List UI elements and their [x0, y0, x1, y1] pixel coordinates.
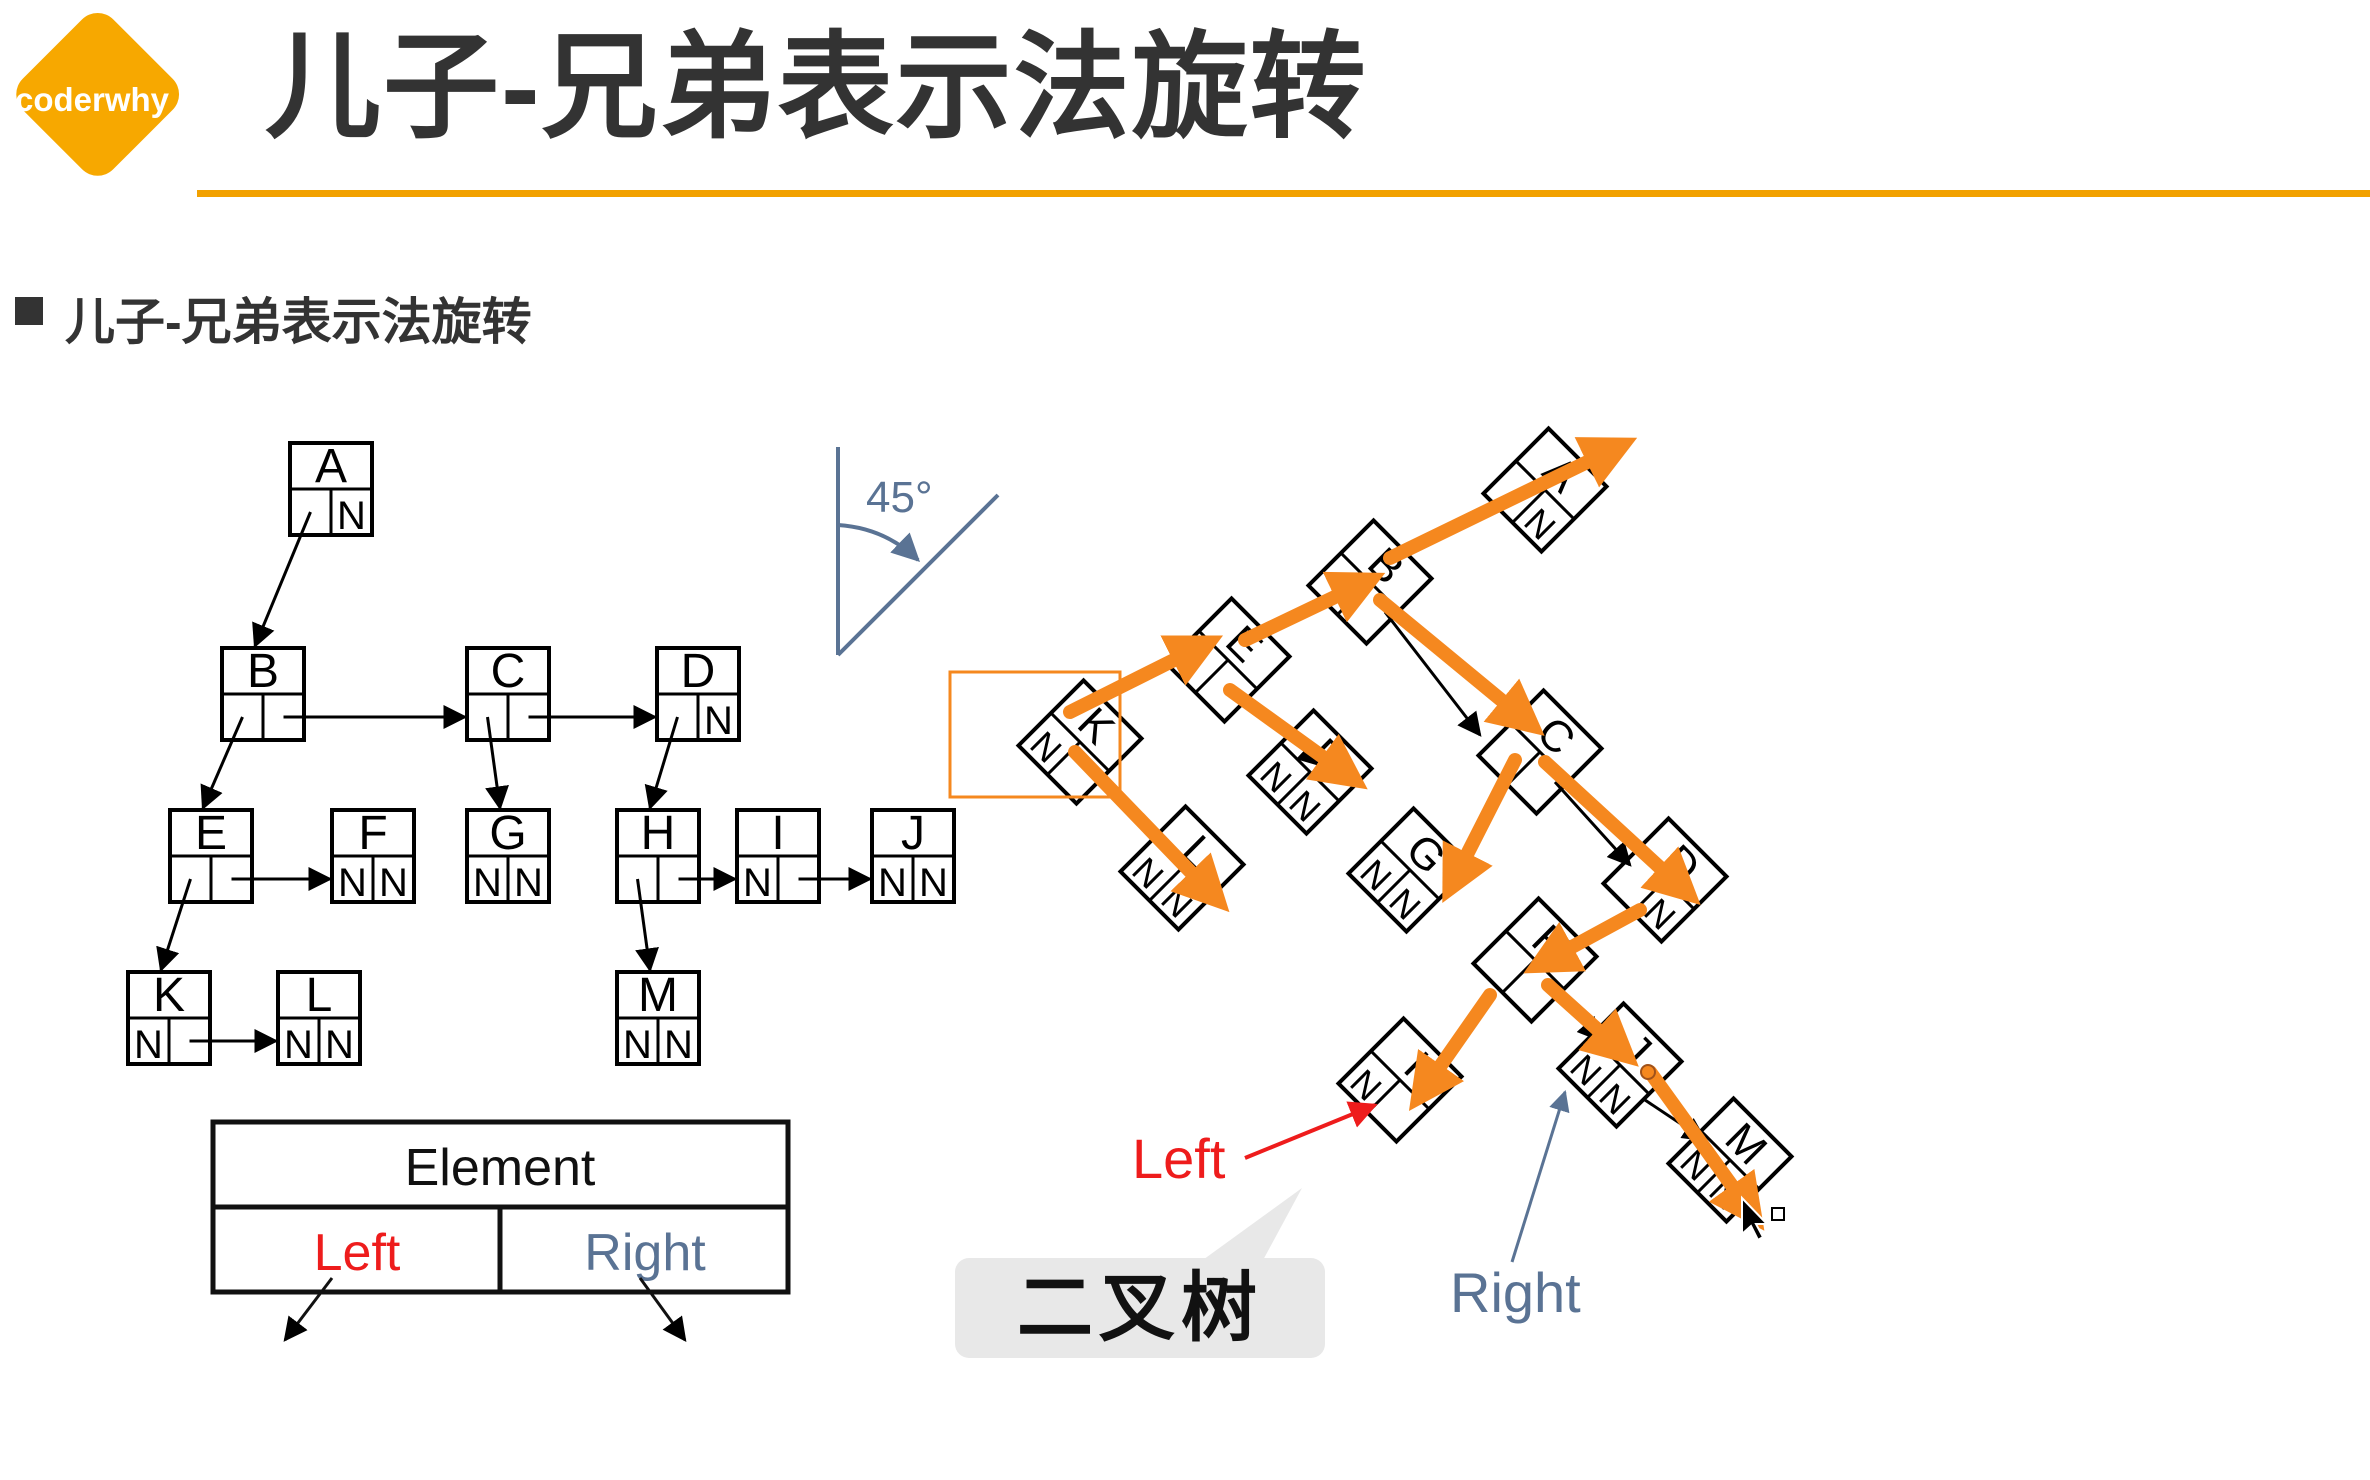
null-marker: N — [878, 861, 907, 905]
tree-node-b: B — [220, 645, 306, 742]
tree-node-i: IN — [735, 807, 821, 905]
tree-node-k: KN — [126, 969, 212, 1067]
legend-right-label: Right — [584, 1224, 706, 1282]
node-label: F — [358, 807, 387, 860]
node-label: B — [247, 645, 279, 698]
rotated-node-f: FNN — [1245, 707, 1375, 837]
tree-node-g: GN N — [465, 807, 551, 905]
node-structure-legend: Element Left Right — [210, 1119, 791, 1342]
tree-node-l: LN N — [276, 969, 362, 1067]
node-label: C — [491, 645, 526, 698]
null-marker: N — [743, 861, 772, 905]
tree-node-j: JN N — [870, 807, 956, 905]
node-label: K — [153, 969, 185, 1022]
null-marker: N — [338, 861, 367, 905]
null-marker: N — [704, 699, 733, 743]
orange-arrow — [1063, 635, 1224, 719]
binary-left-label: Left — [1132, 1127, 1226, 1190]
null-marker: N — [473, 861, 502, 905]
legend-element-label: Element — [405, 1139, 596, 1197]
tree-edge — [252, 511, 312, 649]
rotation-angle-indicator: 45° — [836, 447, 1000, 657]
node-label: L — [306, 969, 333, 1022]
node-label: I — [771, 807, 784, 860]
node-label: G — [489, 807, 526, 860]
rotated-node-k: KN — [1015, 677, 1145, 807]
null-marker: N — [284, 1023, 313, 1067]
child-sibling-tree: ANB C DNE FN NGN NH INJN NKNLN NMN N — [126, 440, 956, 1067]
null-marker: N — [134, 1023, 163, 1067]
tree-node-d: DN — [655, 645, 741, 743]
binary-left-pointer — [1244, 1101, 1378, 1160]
node-label: M — [638, 969, 678, 1022]
legend-right-pointer — [638, 1277, 687, 1342]
tree-node-m: MN N — [615, 969, 701, 1067]
rotated-node-i: IN — [1335, 1015, 1465, 1145]
null-marker: N — [664, 1023, 693, 1067]
null-marker: N — [325, 1023, 354, 1067]
null-marker: N — [337, 494, 366, 538]
node-label: E — [195, 807, 227, 860]
node-label: D — [681, 645, 716, 698]
node-label: J — [901, 807, 925, 860]
node-label: H — [641, 807, 676, 860]
node-label: A — [315, 440, 347, 493]
rotated-node-j: JNN — [1555, 1000, 1685, 1130]
rotation-angle-label: 45° — [866, 473, 933, 522]
pointer-dot — [1640, 1064, 1656, 1080]
orange-arrow — [1442, 753, 1522, 903]
tree-node-h: H — [615, 807, 701, 904]
legend-left-pointer — [283, 1277, 334, 1342]
null-marker: N — [514, 861, 543, 905]
caption-binary-tree: 二叉树 — [1017, 1263, 1263, 1352]
tree-node-c: C — [465, 645, 551, 742]
null-marker: N — [919, 861, 948, 905]
tree-node-f: FN N — [330, 807, 416, 905]
caption-callout-tail — [1200, 1188, 1302, 1262]
binary-right-label: Right — [1450, 1261, 1581, 1324]
orange-arrow — [1538, 755, 1701, 905]
legend-left-label: Left — [314, 1224, 401, 1282]
null-marker: N — [379, 861, 408, 905]
null-marker: N — [623, 1023, 652, 1067]
mouse-cursor-icon — [1741, 1195, 1785, 1242]
orange-arrow — [1541, 978, 1639, 1067]
tree-node-a: AN — [288, 440, 374, 538]
tree-node-e: E — [168, 807, 254, 904]
binary-right-pointer — [1510, 1089, 1570, 1263]
